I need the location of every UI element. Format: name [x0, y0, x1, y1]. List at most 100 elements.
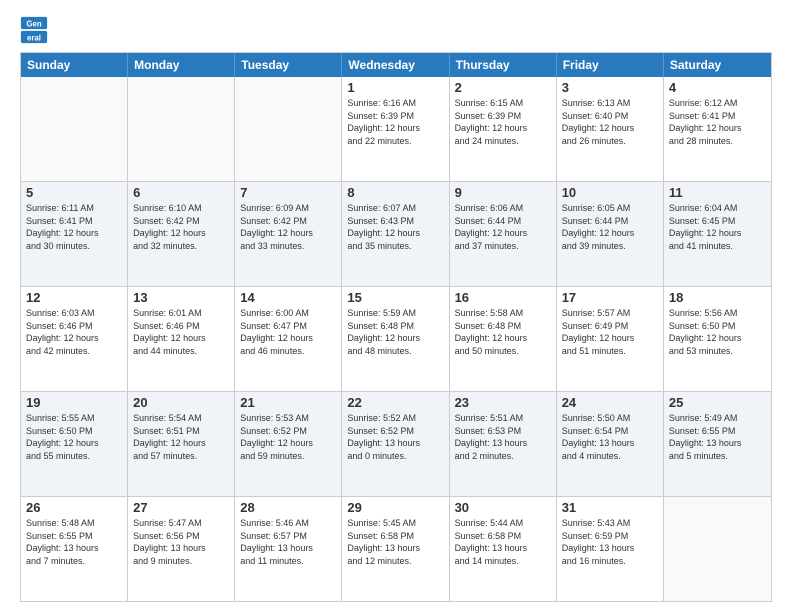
- cell-info-17: Sunrise: 5:57 AM Sunset: 6:49 PM Dayligh…: [562, 307, 658, 357]
- cell-info-3: Sunrise: 6:13 AM Sunset: 6:40 PM Dayligh…: [562, 97, 658, 147]
- cell-date-31: 31: [562, 500, 658, 515]
- cell-info-23: Sunrise: 5:51 AM Sunset: 6:53 PM Dayligh…: [455, 412, 551, 462]
- header-day-thursday: Thursday: [450, 53, 557, 77]
- header: Gen eral: [20, 16, 772, 44]
- cal-cell-15: 15 Sunrise: 5:59 AM Sunset: 6:48 PM Dayli…: [342, 287, 449, 391]
- cal-cell-7: 7 Sunrise: 6:09 AM Sunset: 6:42 PM Daylig…: [235, 182, 342, 286]
- cal-cell-4: 4 Sunrise: 6:12 AM Sunset: 6:41 PM Daylig…: [664, 77, 771, 181]
- cell-date-14: 14: [240, 290, 336, 305]
- cell-date-25: 25: [669, 395, 766, 410]
- cell-date-15: 15: [347, 290, 443, 305]
- header-day-tuesday: Tuesday: [235, 53, 342, 77]
- cal-cell-empty-0-0: [21, 77, 128, 181]
- cell-info-22: Sunrise: 5:52 AM Sunset: 6:52 PM Dayligh…: [347, 412, 443, 462]
- cell-date-10: 10: [562, 185, 658, 200]
- cell-date-30: 30: [455, 500, 551, 515]
- cell-date-24: 24: [562, 395, 658, 410]
- cell-date-13: 13: [133, 290, 229, 305]
- cell-date-21: 21: [240, 395, 336, 410]
- cell-info-14: Sunrise: 6:00 AM Sunset: 6:47 PM Dayligh…: [240, 307, 336, 357]
- cell-info-20: Sunrise: 5:54 AM Sunset: 6:51 PM Dayligh…: [133, 412, 229, 462]
- cell-info-4: Sunrise: 6:12 AM Sunset: 6:41 PM Dayligh…: [669, 97, 766, 147]
- page: Gen eral SundayMondayTuesdayWednesdayThu…: [0, 0, 792, 612]
- cell-date-16: 16: [455, 290, 551, 305]
- cell-date-29: 29: [347, 500, 443, 515]
- cell-info-10: Sunrise: 6:05 AM Sunset: 6:44 PM Dayligh…: [562, 202, 658, 252]
- cal-cell-21: 21 Sunrise: 5:53 AM Sunset: 6:52 PM Dayli…: [235, 392, 342, 496]
- cal-cell-empty-0-1: [128, 77, 235, 181]
- logo-icon: Gen eral: [20, 16, 48, 44]
- cal-cell-empty-4-6: [664, 497, 771, 601]
- cal-cell-27: 27 Sunrise: 5:47 AM Sunset: 6:56 PM Dayli…: [128, 497, 235, 601]
- cell-date-20: 20: [133, 395, 229, 410]
- cell-info-16: Sunrise: 5:58 AM Sunset: 6:48 PM Dayligh…: [455, 307, 551, 357]
- cal-cell-28: 28 Sunrise: 5:46 AM Sunset: 6:57 PM Dayli…: [235, 497, 342, 601]
- cal-cell-19: 19Sunrise: 5:55 AM Sunset: 6:50 PM Dayli…: [21, 392, 128, 496]
- cal-cell-23: 23 Sunrise: 5:51 AM Sunset: 6:53 PM Dayli…: [450, 392, 557, 496]
- cell-date-17: 17: [562, 290, 658, 305]
- cell-date-6: 6: [133, 185, 229, 200]
- cal-cell-16: 16 Sunrise: 5:58 AM Sunset: 6:48 PM Dayli…: [450, 287, 557, 391]
- cell-date-28: 28: [240, 500, 336, 515]
- cell-date-26: 26: [26, 500, 122, 515]
- cal-cell-24: 24 Sunrise: 5:50 AM Sunset: 6:54 PM Dayli…: [557, 392, 664, 496]
- cell-info-8: Sunrise: 6:07 AM Sunset: 6:43 PM Dayligh…: [347, 202, 443, 252]
- cal-cell-empty-0-2: [235, 77, 342, 181]
- cell-info-21: Sunrise: 5:53 AM Sunset: 6:52 PM Dayligh…: [240, 412, 336, 462]
- cell-info-15: Sunrise: 5:59 AM Sunset: 6:48 PM Dayligh…: [347, 307, 443, 357]
- cell-info-1: Sunrise: 6:16 AM Sunset: 6:39 PM Dayligh…: [347, 97, 443, 147]
- cal-cell-1: 1 Sunrise: 6:16 AM Sunset: 6:39 PM Daylig…: [342, 77, 449, 181]
- cal-cell-18: 18Sunrise: 5:56 AM Sunset: 6:50 PM Dayli…: [664, 287, 771, 391]
- cell-info-28: Sunrise: 5:46 AM Sunset: 6:57 PM Dayligh…: [240, 517, 336, 567]
- cell-info-25: Sunrise: 5:49 AM Sunset: 6:55 PM Dayligh…: [669, 412, 766, 462]
- cal-cell-20: 20 Sunrise: 5:54 AM Sunset: 6:51 PM Dayli…: [128, 392, 235, 496]
- cell-date-27: 27: [133, 500, 229, 515]
- cell-info-24: Sunrise: 5:50 AM Sunset: 6:54 PM Dayligh…: [562, 412, 658, 462]
- calendar-body: 1 Sunrise: 6:16 AM Sunset: 6:39 PM Daylig…: [21, 77, 771, 601]
- cal-cell-31: 31Sunrise: 5:43 AM Sunset: 6:59 PM Dayli…: [557, 497, 664, 601]
- cal-cell-12: 12 Sunrise: 6:03 AM Sunset: 6:46 PM Dayli…: [21, 287, 128, 391]
- cell-info-19: Sunrise: 5:55 AM Sunset: 6:50 PM Dayligh…: [26, 412, 122, 462]
- cal-cell-13: 13 Sunrise: 6:01 AM Sunset: 6:46 PM Dayli…: [128, 287, 235, 391]
- header-day-friday: Friday: [557, 53, 664, 77]
- svg-text:Gen: Gen: [26, 20, 41, 29]
- calendar-row-2: 5Sunrise: 6:11 AM Sunset: 6:41 PM Daylig…: [21, 181, 771, 286]
- svg-text:eral: eral: [27, 34, 41, 43]
- logo: Gen eral: [20, 16, 52, 44]
- cell-date-7: 7: [240, 185, 336, 200]
- cal-cell-9: 9 Sunrise: 6:06 AM Sunset: 6:44 PM Daylig…: [450, 182, 557, 286]
- cell-info-9: Sunrise: 6:06 AM Sunset: 6:44 PM Dayligh…: [455, 202, 551, 252]
- cell-date-2: 2: [455, 80, 551, 95]
- cell-date-1: 1: [347, 80, 443, 95]
- cal-cell-14: 14 Sunrise: 6:00 AM Sunset: 6:47 PM Dayli…: [235, 287, 342, 391]
- header-day-sunday: Sunday: [21, 53, 128, 77]
- cell-info-27: Sunrise: 5:47 AM Sunset: 6:56 PM Dayligh…: [133, 517, 229, 567]
- header-day-monday: Monday: [128, 53, 235, 77]
- cell-date-12: 12: [26, 290, 122, 305]
- cal-cell-8: 8 Sunrise: 6:07 AM Sunset: 6:43 PM Daylig…: [342, 182, 449, 286]
- cal-cell-3: 3 Sunrise: 6:13 AM Sunset: 6:40 PM Daylig…: [557, 77, 664, 181]
- cell-date-9: 9: [455, 185, 551, 200]
- cal-cell-17: 17 Sunrise: 5:57 AM Sunset: 6:49 PM Dayli…: [557, 287, 664, 391]
- header-day-wednesday: Wednesday: [342, 53, 449, 77]
- cell-date-11: 11: [669, 185, 766, 200]
- calendar-row-5: 26 Sunrise: 5:48 AM Sunset: 6:55 PM Dayli…: [21, 496, 771, 601]
- cal-cell-22: 22Sunrise: 5:52 AM Sunset: 6:52 PM Dayli…: [342, 392, 449, 496]
- cell-date-8: 8: [347, 185, 443, 200]
- cal-cell-5: 5Sunrise: 6:11 AM Sunset: 6:41 PM Daylig…: [21, 182, 128, 286]
- cell-info-12: Sunrise: 6:03 AM Sunset: 6:46 PM Dayligh…: [26, 307, 122, 357]
- cell-info-26: Sunrise: 5:48 AM Sunset: 6:55 PM Dayligh…: [26, 517, 122, 567]
- cell-info-7: Sunrise: 6:09 AM Sunset: 6:42 PM Dayligh…: [240, 202, 336, 252]
- cell-date-3: 3: [562, 80, 658, 95]
- cal-cell-29: 29Sunrise: 5:45 AM Sunset: 6:58 PM Dayli…: [342, 497, 449, 601]
- cal-cell-30: 30Sunrise: 5:44 AM Sunset: 6:58 PM Dayli…: [450, 497, 557, 601]
- cal-cell-10: 10 Sunrise: 6:05 AM Sunset: 6:44 PM Dayli…: [557, 182, 664, 286]
- cell-date-18: 18: [669, 290, 766, 305]
- cell-info-6: Sunrise: 6:10 AM Sunset: 6:42 PM Dayligh…: [133, 202, 229, 252]
- cell-info-13: Sunrise: 6:01 AM Sunset: 6:46 PM Dayligh…: [133, 307, 229, 357]
- header-day-saturday: Saturday: [664, 53, 771, 77]
- cell-date-4: 4: [669, 80, 766, 95]
- cell-date-23: 23: [455, 395, 551, 410]
- cell-info-2: Sunrise: 6:15 AM Sunset: 6:39 PM Dayligh…: [455, 97, 551, 147]
- cal-cell-2: 2 Sunrise: 6:15 AM Sunset: 6:39 PM Daylig…: [450, 77, 557, 181]
